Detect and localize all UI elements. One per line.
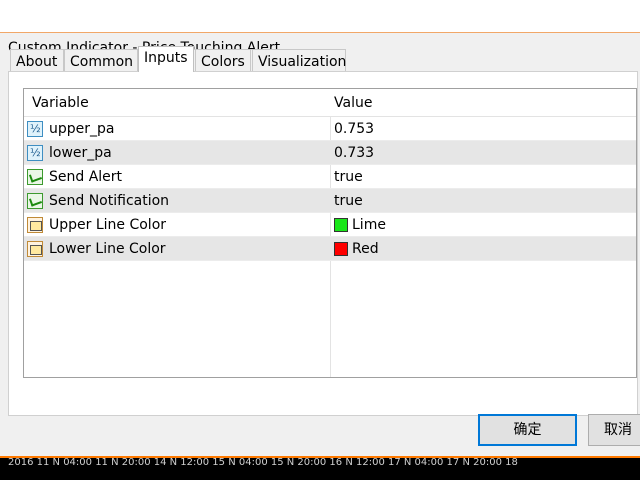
variable-name: lower_pa (49, 145, 112, 161)
boolean-icon (27, 193, 43, 209)
time-axis-labels: 2016 11 N 04:00 11 N 20:00 14 N 12:00 15… (8, 457, 518, 468)
table-row[interactable]: lower_pa 0.733 (24, 141, 636, 165)
variable-value[interactable]: Lime (330, 213, 630, 237)
variable-name: Lower Line Color (49, 241, 166, 257)
variable-value[interactable]: true (334, 189, 634, 213)
header-value[interactable]: Value (334, 89, 634, 117)
table-row[interactable]: Lower Line Color Red (24, 237, 636, 261)
inputs-grid: Variable Value upper_pa 0.753 lower_pa 0… (23, 88, 637, 378)
chart-time-axis: 2016 11 N 04:00 11 N 20:00 14 N 12:00 15… (0, 456, 640, 480)
ok-button[interactable]: 确定 (478, 414, 577, 446)
color-name: Red (352, 241, 379, 257)
color-swatch (334, 242, 348, 256)
table-row[interactable]: Upper Line Color Lime (24, 213, 636, 237)
double-value-icon (27, 141, 43, 165)
variable-name: Send Alert (49, 169, 123, 185)
cancel-button[interactable]: 取消 (588, 414, 640, 446)
variable-value[interactable]: 0.753 (334, 117, 634, 141)
variable-name: upper_pa (49, 121, 115, 137)
title-bar (0, 0, 640, 34)
boolean-icon (27, 169, 43, 185)
tab-about[interactable]: About (10, 49, 64, 71)
color-icon (27, 241, 43, 257)
variable-name: Upper Line Color (49, 217, 167, 233)
tab-common[interactable]: Common (64, 49, 138, 71)
tab-visualization[interactable]: Visualization (252, 49, 346, 71)
table-row[interactable]: upper_pa 0.753 (24, 117, 636, 141)
variable-value[interactable]: Red (330, 237, 630, 261)
variable-value[interactable]: 0.733 (334, 141, 634, 165)
variable-name: Send Notification (49, 193, 170, 209)
table-row[interactable]: Send Alert true (24, 165, 636, 189)
color-name: Lime (352, 217, 386, 233)
inputs-panel: Variable Value upper_pa 0.753 lower_pa 0… (8, 71, 638, 416)
double-value-icon (27, 117, 43, 141)
grid-header: Variable Value (24, 89, 636, 117)
color-icon (27, 217, 43, 233)
variable-value[interactable]: true (334, 165, 634, 189)
color-swatch (334, 218, 348, 232)
tab-inputs[interactable]: Inputs (138, 46, 194, 72)
table-row[interactable]: Send Notification true (24, 189, 636, 213)
tab-colors[interactable]: Colors (195, 49, 251, 71)
header-variable[interactable]: Variable (32, 89, 322, 117)
